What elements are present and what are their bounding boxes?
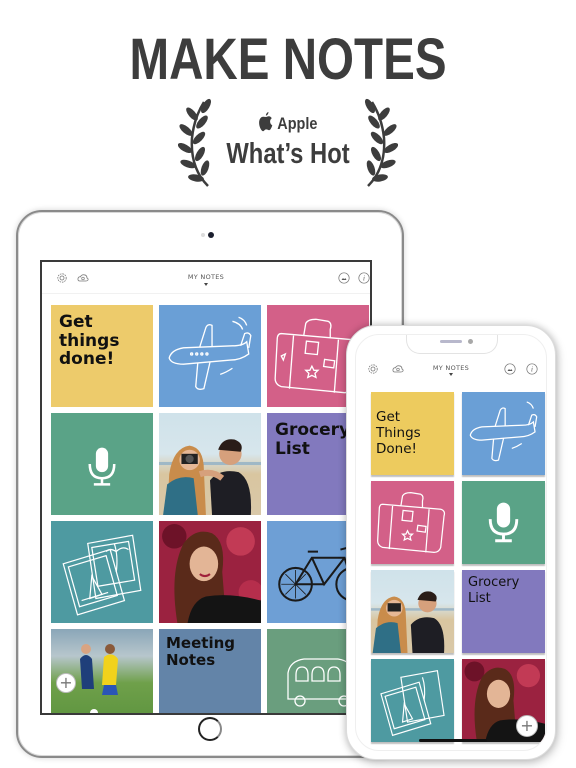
dropdown-caret-icon[interactable] — [449, 373, 453, 376]
couple-photo — [371, 591, 454, 653]
info-icon[interactable]: i — [358, 272, 370, 284]
photos-icon — [62, 534, 142, 616]
app-title[interactable]: MY NOTES — [356, 364, 546, 372]
headline: MAKE NOTES — [129, 27, 447, 92]
note-tile-photos-drawing[interactable] — [371, 659, 454, 742]
note-tile-audio[interactable] — [462, 481, 545, 564]
info-icon[interactable]: i — [526, 363, 538, 375]
image-icon[interactable] — [338, 272, 350, 284]
note-tile-get-things-done[interactable]: Get Things Done! — [371, 392, 454, 475]
note-title: Grocery List — [468, 575, 520, 607]
award-badge: Apple What’s Hot — [177, 98, 399, 190]
note-title: Get things done! — [59, 312, 120, 370]
note-tile-get-things-done[interactable]: Get things done! — [51, 305, 153, 407]
add-note-button[interactable]: + — [516, 715, 538, 737]
note-title: Meeting Notes — [166, 634, 236, 669]
award-brand-text: Apple — [277, 114, 318, 133]
note-tile-airplane[interactable] — [462, 392, 545, 475]
note-tile-meeting-notes[interactable]: Meeting Notes — [159, 629, 261, 713]
note-tile-grocery-list[interactable]: Grocery List — [462, 570, 545, 653]
microphone-icon — [488, 502, 519, 543]
note-title: Grocery List — [275, 420, 351, 459]
note-tile-photo-couple[interactable] — [371, 570, 454, 653]
app-bar: MY NOTES i — [356, 359, 546, 385]
note-tile-suitcase[interactable] — [371, 481, 454, 564]
ipad-camera — [208, 232, 214, 238]
home-indicator[interactable] — [419, 739, 487, 742]
airplane-icon — [168, 316, 252, 390]
iphone-notch — [406, 335, 498, 354]
note-title: Get Things Done! — [376, 409, 421, 457]
photos-icon — [380, 669, 445, 737]
note-tile-photo-soccer[interactable]: + — [51, 629, 153, 713]
note-tile-photos-drawing[interactable] — [51, 521, 153, 623]
laurel-right-icon — [352, 98, 399, 188]
add-note-button[interactable]: + — [56, 673, 76, 693]
svg-text:i: i — [531, 366, 533, 374]
iphone-camera — [468, 339, 473, 344]
note-tile-photo-portrait[interactable]: + — [462, 659, 545, 742]
microphone-icon — [88, 447, 116, 486]
note-tile-audio[interactable] — [51, 413, 153, 515]
airplane-icon — [469, 401, 538, 462]
app-title[interactable]: MY NOTES — [42, 273, 370, 281]
svg-text:i: i — [363, 275, 365, 283]
note-tile-photo-portrait[interactable] — [159, 521, 261, 623]
note-tile-airplane[interactable] — [159, 305, 261, 407]
iphone-speaker — [440, 340, 462, 343]
iphone-device: MY NOTES i Get Things Done! Grocery List… — [346, 325, 556, 760]
portrait-photo — [159, 521, 261, 623]
iphone-screen: MY NOTES i Get Things Done! Grocery List… — [355, 334, 547, 751]
suitcase-icon — [377, 491, 446, 554]
note-tile-photo-couple[interactable] — [159, 413, 261, 515]
soccer-photo — [80, 644, 118, 713]
apple-logo-icon — [259, 112, 274, 132]
image-icon[interactable] — [504, 363, 516, 375]
dropdown-caret-icon[interactable] — [204, 283, 208, 286]
ipad-home-button[interactable] — [198, 717, 222, 741]
app-bar: MY NOTES i — [42, 262, 370, 294]
ipad-screen: MY NOTES i Get things done! Grocery List… — [40, 260, 372, 715]
couple-photo — [159, 439, 261, 515]
ipad-sensor — [201, 233, 205, 237]
